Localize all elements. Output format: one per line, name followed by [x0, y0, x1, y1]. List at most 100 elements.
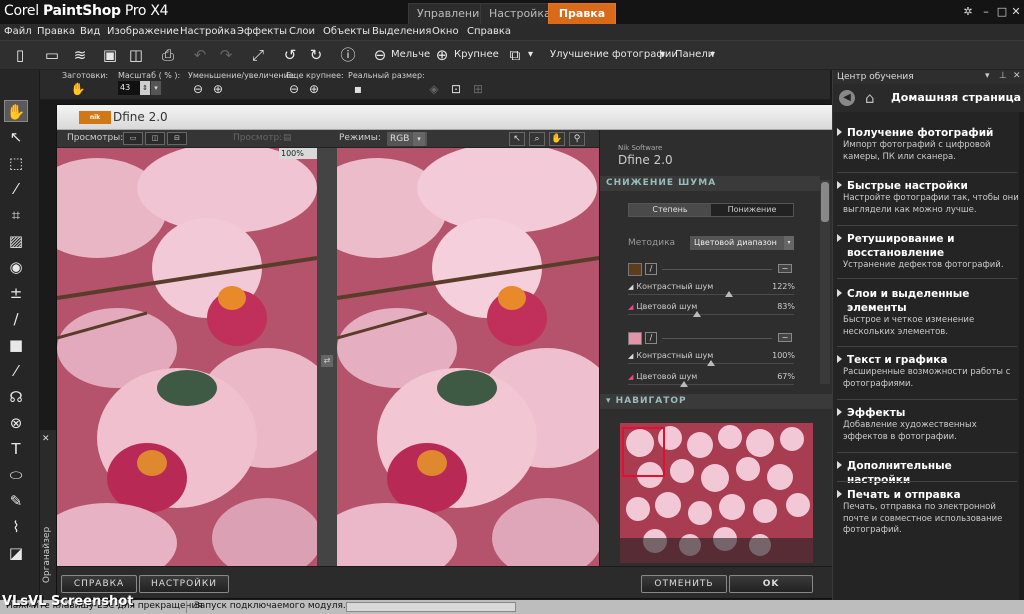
panels-dropdown-arrow[interactable]: ▾	[710, 49, 715, 60]
pan-preset-icon[interactable]: ✋	[70, 81, 86, 97]
help-button[interactable]: СПРАВКА	[61, 575, 137, 593]
selection-tool-icon[interactable]: ⬚	[4, 152, 28, 174]
panels-menu[interactable]: Панели	[675, 49, 714, 60]
pan-tool-icon[interactable]: ✋	[4, 100, 28, 122]
learning-scrollbar[interactable]	[1019, 112, 1024, 600]
minimize-icon[interactable]: –	[978, 4, 994, 20]
scale-spinner[interactable]: ⇕	[140, 81, 150, 95]
option-zoom-in-icon[interactable]: ⊕	[210, 81, 226, 97]
noise-reduction-header[interactable]: СНИЖЕНИЕ ШУМА	[600, 176, 820, 191]
menu-objects[interactable]: Объекты	[323, 26, 370, 37]
menu-file[interactable]: Файл	[4, 26, 32, 37]
straighten-tool-icon[interactable]: ▨	[4, 230, 28, 252]
panel-menu-icon[interactable]: ▾	[985, 71, 990, 81]
contrast-noise-slider[interactable]	[628, 294, 794, 295]
navigator-viewport-box[interactable]	[622, 427, 665, 477]
preview-toggle-icon[interactable]: ▤	[283, 133, 292, 143]
menu-effects[interactable]: Эффекты	[237, 26, 287, 37]
enhance-dropdown-arrow[interactable]: ▾	[660, 49, 665, 60]
learning-section-title[interactable]: Текст и графика	[847, 353, 1017, 367]
panel-scrollbar-thumb[interactable]	[821, 182, 829, 222]
save-as-icon[interactable]: ◫	[126, 45, 146, 65]
method-dropdown-arrow[interactable]: ▾	[784, 236, 794, 250]
method-select[interactable]: Цветовой диапазон	[690, 236, 794, 250]
pen-tool-icon[interactable]: ✎	[4, 490, 28, 512]
rotate-right-icon[interactable]: ↻	[306, 45, 326, 65]
segment-degree[interactable]: Степень	[629, 204, 711, 216]
dropper-tool-icon[interactable]: ⁄	[4, 178, 28, 200]
warp-brush-icon[interactable]: ⌇	[4, 516, 28, 538]
learning-section-title[interactable]: Ретуширование и восстановление	[847, 232, 1017, 260]
zoom-out-label[interactable]: Мельче	[391, 49, 430, 60]
home-icon[interactable]: ⌂	[865, 89, 875, 107]
zoom-tool-icon[interactable]: ⌕	[529, 132, 545, 146]
split-view-icon[interactable]: ◫	[145, 132, 165, 145]
fill-tool-icon[interactable]: ⊗	[4, 412, 28, 434]
single-view-icon[interactable]: ▭	[123, 132, 143, 145]
menu-view[interactable]: Вид	[80, 26, 100, 37]
eyedropper-icon[interactable]: ∕	[645, 263, 657, 275]
organizer-close-icon[interactable]: ✕	[42, 434, 50, 444]
color-noise-thumb[interactable]	[679, 381, 688, 387]
color-noise-slider[interactable]	[628, 384, 794, 385]
copy-icon[interactable]: ⧉	[505, 45, 525, 65]
fit-window-icon[interactable]: ◈	[426, 81, 442, 97]
organizer-panel[interactable]: ✕ Органайзер	[40, 430, 56, 600]
option-zoom-out-icon[interactable]: ⊖	[190, 81, 206, 97]
hand-tool-icon[interactable]: ✋	[549, 132, 565, 146]
menu-adjust[interactable]: Настройка	[180, 26, 236, 37]
redo-icon[interactable]: ↷	[216, 45, 236, 65]
side-by-side-view-icon[interactable]: ⊟	[167, 132, 187, 145]
settings-button[interactable]: НАСТРОЙКИ	[139, 575, 229, 593]
preview-after[interactable]	[337, 148, 599, 566]
navigator-thumbnail[interactable]	[620, 423, 813, 563]
remove-color-point-button[interactable]: −	[778, 264, 792, 273]
measure-tool-icon[interactable]: ⚲	[569, 132, 585, 146]
info-icon[interactable]: ⓘ	[338, 45, 358, 65]
eraser-tool-icon[interactable]: ◪	[4, 542, 28, 564]
rotate-left-icon[interactable]: ↺	[280, 45, 300, 65]
learning-section-title[interactable]: Получение фотографий	[847, 126, 1017, 140]
color-point-swatch[interactable]	[628, 263, 642, 276]
print-icon[interactable]: ⎙	[158, 45, 178, 65]
pin-icon[interactable]: ⊥	[999, 71, 1007, 81]
actual-size-icon[interactable]: ▪	[350, 81, 366, 97]
color-noise-thumb[interactable]	[692, 311, 701, 317]
text-tool-icon[interactable]: T	[4, 438, 28, 460]
remove-color-point-button[interactable]: −	[778, 333, 792, 342]
menu-layers[interactable]: Слои	[289, 26, 315, 37]
zoom-in-label[interactable]: Крупнее	[454, 49, 499, 60]
menu-image[interactable]: Изображение	[107, 26, 179, 37]
panel-scrollbar[interactable]	[820, 180, 830, 384]
zoom-in-icon[interactable]: ⊕	[432, 45, 452, 65]
learning-section-title[interactable]: Слои и выделенные элементы	[847, 287, 1017, 315]
resize-icon[interactable]: ⤢	[248, 45, 268, 65]
contrast-noise-thumb[interactable]	[707, 360, 715, 366]
split-divider[interactable]: ⇄	[317, 148, 337, 566]
eyedropper-icon[interactable]: ∕	[645, 332, 657, 344]
mode-dropdown-arrow[interactable]: ▾	[413, 132, 425, 146]
ok-button[interactable]: OK	[729, 575, 813, 593]
scale-dropdown-arrow[interactable]: ▾	[151, 81, 161, 95]
pointer-tool-icon[interactable]: ↖	[509, 132, 525, 146]
red-eye-tool-icon[interactable]: ◉	[4, 256, 28, 278]
menu-help[interactable]: Справка	[467, 26, 511, 37]
back-arrow-icon[interactable]: ◀	[839, 90, 855, 106]
shape-tool-icon[interactable]: ⬭	[4, 464, 28, 486]
clone-brush-icon[interactable]: ∕	[4, 308, 28, 330]
save-icon[interactable]: ▣	[100, 45, 120, 65]
zoom-more-out-icon[interactable]: ⊖	[286, 81, 302, 97]
enhance-photo-menu[interactable]: Улучшение фотографии	[550, 49, 678, 60]
settings-gear-icon[interactable]: ✲	[960, 4, 976, 20]
swap-views-icon[interactable]: ⇄	[321, 355, 333, 367]
learning-section-title[interactable]: Эффекты	[847, 406, 1017, 420]
contrast-noise-thumb[interactable]	[725, 291, 734, 297]
new-file-icon[interactable]: ▯	[10, 45, 30, 65]
zoom-more-in-icon[interactable]: ⊕	[306, 81, 322, 97]
fit-image-icon[interactable]: ⊡	[448, 81, 464, 97]
pick-tool-icon[interactable]: ↖	[4, 126, 28, 148]
menu-edit[interactable]: Правка	[37, 26, 75, 37]
zoom-level-badge[interactable]: 100%	[279, 148, 317, 159]
smudge-tool-icon[interactable]: ☊	[4, 386, 28, 408]
menu-selections[interactable]: Выделения	[372, 26, 431, 37]
